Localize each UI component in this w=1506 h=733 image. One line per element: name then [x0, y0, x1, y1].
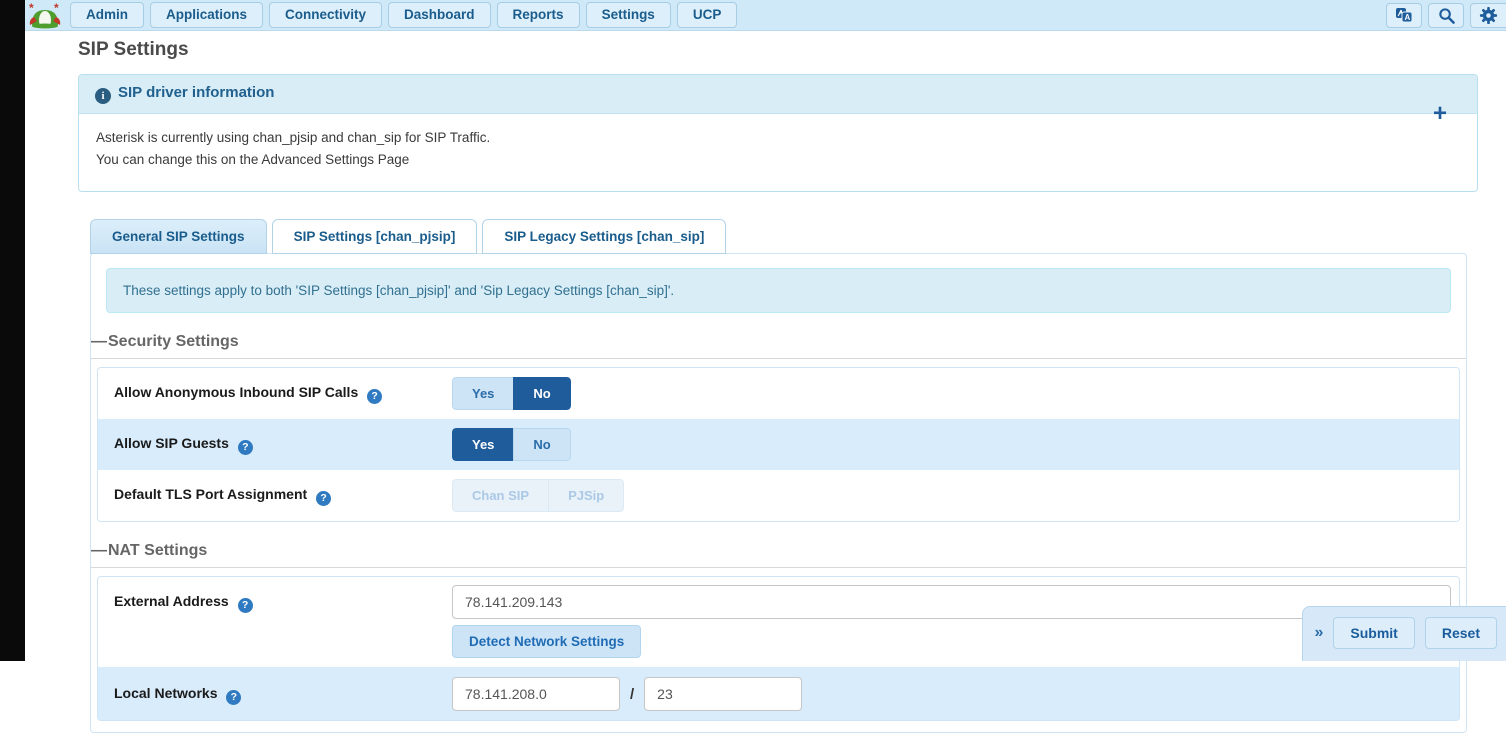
tab-bar: General SIP Settings SIP Settings [chan_…: [90, 219, 1478, 253]
collapse-dash-icon: —: [91, 542, 107, 559]
driver-panel-header[interactable]: iSIP driver information +: [79, 75, 1477, 114]
allow-sip-guests-no-button[interactable]: No: [513, 428, 570, 461]
freepbx-frog-logo[interactable]: * *: [26, 1, 64, 30]
top-navbar: * * Admin Applications Connectivity Dash…: [25, 0, 1506, 31]
sip-driver-info-panel: i SIP driver information + Asterisk is cu…: [78, 74, 1478, 192]
general-sip-settings-pane: These settings apply to both 'SIP Settin…: [90, 253, 1467, 733]
allow-sip-guests-toggle: Yes No: [452, 428, 571, 461]
security-settings-title: Security Settings: [108, 333, 239, 350]
row-external-address: External Address ? Detect Network Settin…: [98, 577, 1459, 667]
nat-settings-table: External Address ? Detect Network Settin…: [97, 576, 1460, 721]
nav-item-admin[interactable]: Admin: [70, 2, 144, 28]
row-local-networks: Local Networks ? /: [98, 667, 1459, 720]
sip-settings-tabs-area: General SIP Settings SIP Settings [chan_…: [78, 219, 1478, 733]
collapse-dash-icon: —: [91, 333, 107, 350]
allow-anonymous-toggle: Yes No: [452, 377, 571, 410]
section-security-settings[interactable]: —Security Settings: [91, 333, 1466, 359]
allow-sip-guests-label-text: Allow SIP Guests: [114, 435, 229, 451]
local-networks-control: /: [452, 677, 1451, 711]
nav-item-settings[interactable]: Settings: [586, 2, 671, 28]
default-tls-port-toggle: Chan SIP PJSip: [452, 479, 624, 512]
allow-anonymous-label: Allow Anonymous Inbound SIP Calls ?: [114, 384, 452, 404]
help-icon[interactable]: ?: [238, 598, 253, 613]
reset-button[interactable]: Reset: [1425, 617, 1497, 649]
row-default-tls-port: Default TLS Port Assignment ? Chan SIP P…: [98, 470, 1459, 521]
driver-panel-body: Asterisk is currently using chan_pjsip a…: [79, 114, 1477, 191]
help-icon[interactable]: ?: [238, 440, 253, 455]
security-settings-table: Allow Anonymous Inbound SIP Calls ? Yes …: [97, 367, 1460, 522]
row-allow-sip-guests: Allow SIP Guests ? Yes No: [98, 419, 1459, 470]
frog-icon: * *: [28, 2, 62, 29]
svg-text:A: A: [1405, 13, 1411, 22]
allow-sip-guests-yes-button[interactable]: Yes: [452, 428, 513, 461]
driver-info-line-2: You can change this on the Advanced Sett…: [96, 149, 1460, 171]
submit-button[interactable]: Submit: [1333, 617, 1414, 649]
nav-item-reports[interactable]: Reports: [497, 2, 580, 28]
tls-chan-sip-button: Chan SIP: [452, 479, 548, 512]
help-icon[interactable]: ?: [226, 690, 241, 705]
local-cidr-input[interactable]: [644, 677, 802, 711]
nav-item-applications[interactable]: Applications: [150, 2, 263, 28]
search-button[interactable]: [1428, 3, 1464, 28]
navbar-right-tools: A: [1386, 3, 1506, 28]
language-button[interactable]: A: [1386, 3, 1422, 28]
main-menu: Admin Applications Connectivity Dashboar…: [70, 2, 737, 28]
allow-sip-guests-control: Yes No: [452, 428, 1451, 461]
search-icon: [1438, 7, 1455, 24]
driver-panel-title: SIP driver information: [118, 84, 274, 101]
nat-settings-title: NAT Settings: [108, 542, 207, 559]
driver-info-line-1: Asterisk is currently using chan_pjsip a…: [96, 127, 1460, 149]
nav-item-ucp[interactable]: UCP: [677, 2, 738, 28]
tab-general-sip-settings[interactable]: General SIP Settings: [90, 219, 267, 254]
external-address-label-text: External Address: [114, 593, 229, 609]
left-edge-strip: [0, 0, 25, 661]
info-icon: i: [95, 88, 111, 104]
row-allow-anonymous: Allow Anonymous Inbound SIP Calls ? Yes …: [98, 368, 1459, 419]
translate-icon: A: [1395, 7, 1413, 23]
tab-sip-settings-chan-pjsip[interactable]: SIP Settings [chan_pjsip]: [272, 219, 478, 254]
tab-sip-legacy-settings-chan-sip[interactable]: SIP Legacy Settings [chan_sip]: [482, 219, 726, 254]
help-icon[interactable]: ?: [316, 491, 331, 506]
local-networks-label: Local Networks ?: [114, 677, 452, 705]
settings-gear-button[interactable]: [1470, 3, 1506, 28]
settings-scope-notice: These settings apply to both 'SIP Settin…: [106, 268, 1451, 313]
svg-text:*: *: [54, 2, 59, 15]
allow-anonymous-yes-button[interactable]: Yes: [452, 377, 513, 410]
default-tls-port-label: Default TLS Port Assignment ?: [114, 486, 452, 506]
expand-plus-icon[interactable]: +: [1433, 102, 1447, 126]
external-address-label: External Address ?: [114, 585, 452, 613]
allow-anonymous-label-text: Allow Anonymous Inbound SIP Calls: [114, 384, 358, 400]
default-tls-port-label-text: Default TLS Port Assignment: [114, 486, 307, 502]
nav-item-dashboard[interactable]: Dashboard: [388, 2, 491, 28]
allow-anonymous-control: Yes No: [452, 377, 1451, 410]
collapse-actions-icon[interactable]: »: [1315, 624, 1324, 642]
nav-item-connectivity[interactable]: Connectivity: [269, 2, 382, 28]
cidr-separator: /: [630, 686, 634, 703]
svg-text:*: *: [29, 2, 34, 15]
gear-icon: [1479, 6, 1498, 25]
section-nat-settings[interactable]: —NAT Settings: [91, 542, 1466, 568]
page-content: SIP Settings i SIP driver information + A…: [78, 36, 1478, 733]
allow-anonymous-no-button[interactable]: No: [513, 377, 570, 410]
floating-action-bar: » Submit Reset: [1302, 606, 1506, 661]
page-title: SIP Settings: [78, 39, 1478, 61]
help-icon[interactable]: ?: [367, 389, 382, 404]
detect-network-settings-button[interactable]: Detect Network Settings: [452, 625, 641, 658]
local-network-input[interactable]: [452, 677, 620, 711]
local-networks-label-text: Local Networks: [114, 685, 217, 701]
tls-pjsip-button: PJSip: [548, 479, 624, 512]
allow-sip-guests-label: Allow SIP Guests ?: [114, 435, 452, 455]
default-tls-port-control: Chan SIP PJSip: [452, 479, 1451, 512]
